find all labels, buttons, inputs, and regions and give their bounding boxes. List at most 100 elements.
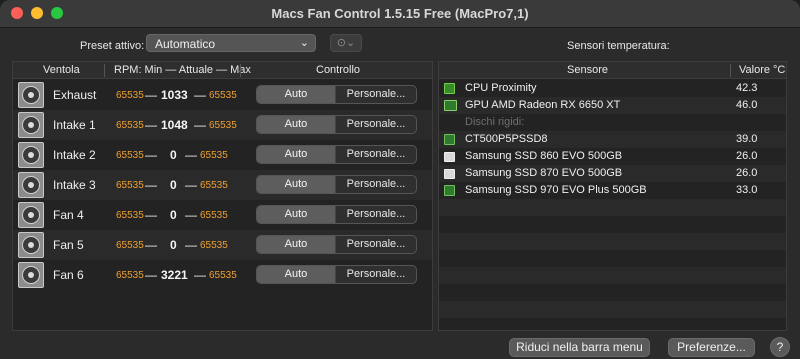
rpm-separator: —: [194, 88, 206, 102]
rpm-min: 65535: [116, 120, 144, 131]
disk-drive-icon: [444, 169, 455, 179]
fan-control-segmented: Auto Personale...: [256, 265, 417, 284]
help-button[interactable]: ?: [770, 337, 790, 357]
sensor-empty-row: [439, 233, 786, 250]
rpm-max: 65535: [200, 150, 228, 161]
fan-icon: [18, 262, 44, 288]
fan-icon: [18, 82, 44, 108]
fan-control-segmented: Auto Personale...: [256, 205, 417, 224]
rpm-separator: —: [194, 268, 206, 282]
app-window: Macs Fan Control 1.5.15 Free (MacPro7,1)…: [0, 0, 800, 359]
sensor-name: Samsung SSD 970 EVO Plus 500GB: [465, 184, 647, 196]
rpm-separator: —: [185, 208, 197, 222]
auto-button[interactable]: Auto: [257, 86, 336, 103]
fan-control-segmented: Auto Personale...: [256, 175, 417, 194]
custom-button[interactable]: Personale...: [336, 146, 416, 163]
rpm-separator: —: [194, 118, 206, 132]
rpm-separator: —: [145, 208, 157, 222]
sensor-name: CT500P5PSSD8: [465, 133, 548, 145]
minimize-to-menubar-button[interactable]: Riduci nella barra menu: [509, 338, 650, 357]
preset-select[interactable]: Automatico ⌄: [146, 34, 316, 52]
header-rpm: RPM: Min — Attuale — Max: [114, 64, 251, 76]
fan-control-segmented: Auto Personale...: [256, 85, 417, 104]
sensor-empty-row: [439, 284, 786, 301]
auto-button[interactable]: Auto: [257, 206, 336, 223]
preset-value: Automatico: [155, 37, 216, 51]
fan-row: Intake 3 65535—0—65535 Auto Personale...: [13, 170, 432, 200]
sensors-title: Sensori temperatura:: [567, 40, 670, 52]
fan-icon: [18, 232, 44, 258]
sensor-empty-row: [439, 199, 786, 216]
sensor-table: Sensore Valore °C CPU Proximity 42.3 GPU A…: [438, 61, 787, 331]
sensor-name: GPU AMD Radeon RX 6650 XT: [465, 99, 621, 111]
sensor-row: Samsung SSD 860 EVO 500GB 26.0: [439, 148, 786, 165]
rpm-max: 65535: [209, 270, 237, 281]
rpm-min: 65535: [116, 150, 144, 161]
custom-button[interactable]: Personale...: [336, 206, 416, 223]
sensor-value: 26.0: [736, 167, 758, 179]
sensor-name: CPU Proximity: [465, 82, 537, 94]
rpm-max: 65535: [200, 180, 228, 191]
sensor-empty-row: [439, 318, 786, 335]
rpm-current: 0: [170, 238, 177, 252]
sensor-value: 26.0: [736, 150, 758, 162]
rpm-separator: —: [145, 178, 157, 192]
rpm-min: 65535: [116, 240, 144, 251]
cpu-chip-icon: [444, 83, 455, 94]
sensor-row: GPU AMD Radeon RX 6650 XT 46.0: [439, 97, 786, 114]
fan-control-segmented: Auto Personale...: [256, 115, 417, 134]
fan-icon: [18, 202, 44, 228]
fan-icon: [18, 142, 44, 168]
fan-control-segmented: Auto Personale...: [256, 145, 417, 164]
fan-row: Fan 5 65535—0—65535 Auto Personale...: [13, 230, 432, 260]
auto-button[interactable]: Auto: [257, 116, 336, 133]
rpm-current: 0: [170, 208, 177, 222]
preferences-button[interactable]: Preferenze...: [668, 338, 755, 357]
header-separator: [240, 64, 241, 77]
window-title: Macs Fan Control 1.5.15 Free (MacPro7,1): [271, 6, 529, 21]
fan-control-segmented: Auto Personale...: [256, 235, 417, 254]
fan-table-header: Ventola RPM: Min — Attuale — Max Control…: [13, 62, 432, 79]
sensor-row: CPU Proximity 42.3: [439, 80, 786, 97]
custom-button[interactable]: Personale...: [336, 176, 416, 193]
rpm-max: 65535: [209, 90, 237, 101]
sensor-row: CT500P5PSSD8 39.0: [439, 131, 786, 148]
rpm-min: 65535: [116, 210, 144, 221]
header-value: Valore °C: [739, 64, 786, 76]
custom-button[interactable]: Personale...: [336, 236, 416, 253]
sensor-empty-row: [439, 216, 786, 233]
ssd-chip-icon: [444, 185, 455, 196]
custom-button[interactable]: Personale...: [336, 116, 416, 133]
fan-name: Intake 1: [53, 118, 96, 132]
sensor-row: Samsung SSD 870 EVO 500GB 26.0: [439, 165, 786, 182]
auto-button[interactable]: Auto: [257, 236, 336, 253]
fan-name: Fan 6: [53, 268, 84, 282]
fan-name: Fan 5: [53, 238, 84, 252]
rpm-current: 1048: [161, 118, 188, 132]
header-control: Controllo: [316, 64, 361, 76]
auto-button[interactable]: Auto: [257, 266, 336, 283]
fan-name: Fan 4: [53, 208, 84, 222]
rpm-separator: —: [145, 118, 157, 132]
custom-button[interactable]: Personale...: [336, 266, 416, 283]
sensor-empty-row: [439, 301, 786, 318]
rpm-separator: —: [185, 178, 197, 192]
rpm-current: 1033: [161, 88, 188, 102]
rpm-max: 65535: [209, 120, 237, 131]
rpm-separator: —: [145, 238, 157, 252]
rpm-separator: —: [185, 148, 197, 162]
header-separator: [104, 64, 105, 77]
sensor-value: 39.0: [736, 133, 758, 145]
sensor-value: 42.3: [736, 82, 758, 94]
auto-button[interactable]: Auto: [257, 176, 336, 193]
disk-drive-icon: [444, 152, 455, 162]
fan-row: Fan 4 65535—0—65535 Auto Personale...: [13, 200, 432, 230]
header-fan: Ventola: [43, 64, 80, 76]
options-menu-button[interactable]: ⊙⌄: [330, 34, 362, 52]
title-bar[interactable]: Macs Fan Control 1.5.15 Free (MacPro7,1): [0, 0, 800, 28]
custom-button[interactable]: Personale...: [336, 86, 416, 103]
ssd-chip-icon: [444, 134, 455, 145]
rpm-current: 3221: [161, 268, 188, 282]
auto-button[interactable]: Auto: [257, 146, 336, 163]
rpm-current: 0: [170, 178, 177, 192]
